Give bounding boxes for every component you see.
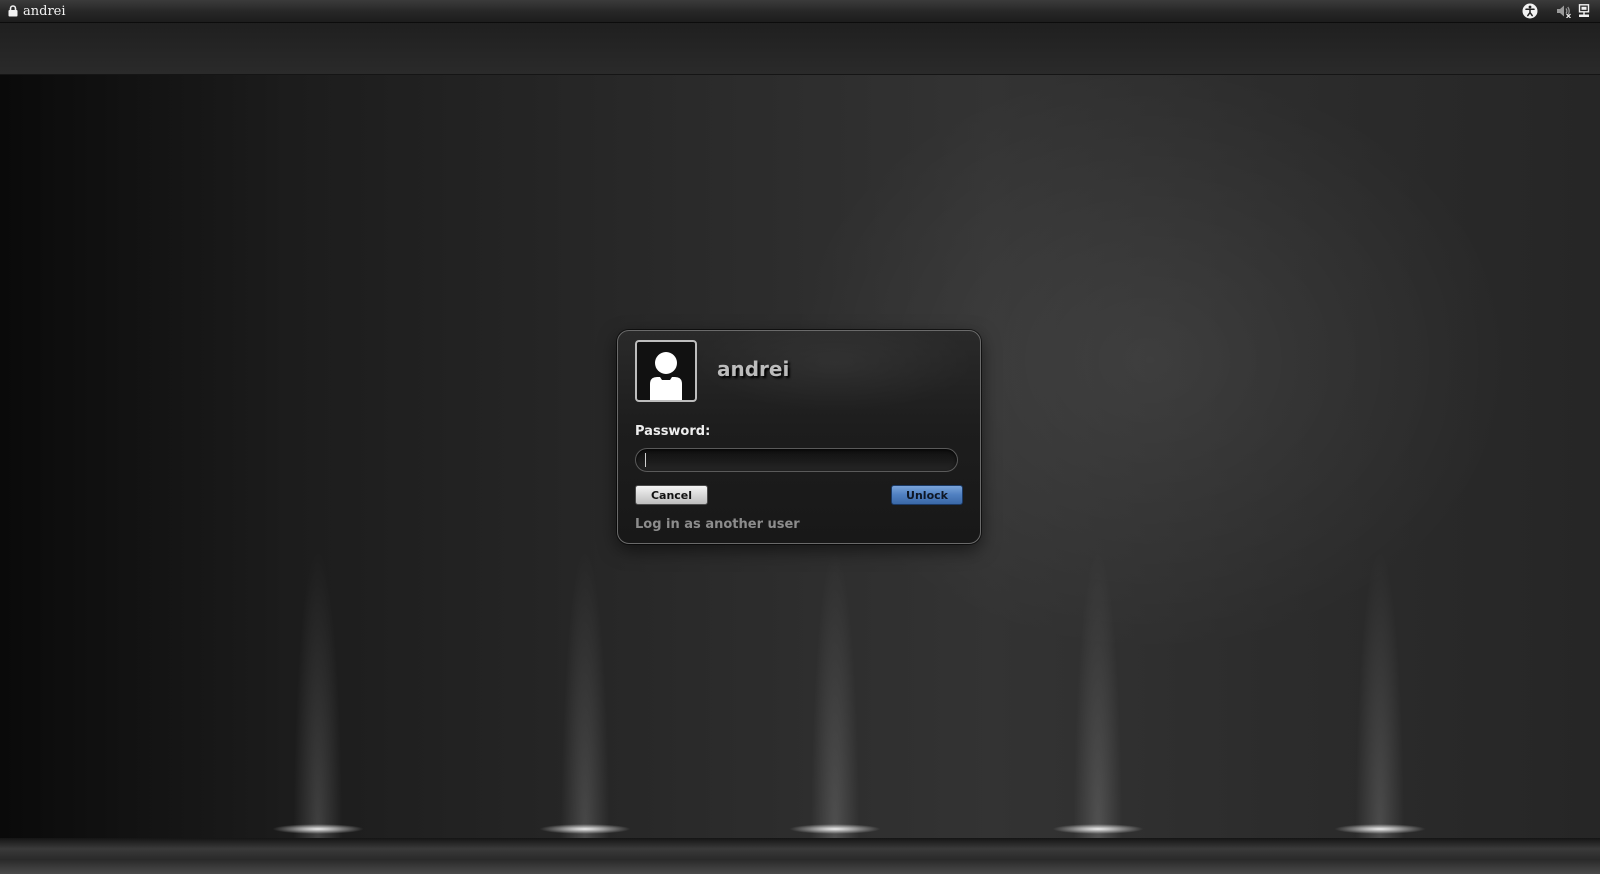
panel-username: andrei — [23, 3, 66, 19]
floor-strip — [0, 838, 1600, 874]
password-label: Password: — [635, 424, 711, 439]
light-spot — [1033, 822, 1163, 836]
system-tray — [1556, 4, 1590, 18]
panel-status-area — [1522, 3, 1590, 19]
accessibility-icon[interactable] — [1522, 3, 1538, 19]
top-shelf — [0, 22, 1600, 75]
light-spot — [253, 822, 383, 836]
avatar — [635, 340, 697, 402]
light-spot — [770, 822, 900, 836]
light-spot — [520, 822, 650, 836]
lock-icon — [8, 5, 18, 17]
text-caret — [645, 453, 646, 467]
lock-screen: andrei andrei Password: Cancel Unlock Lo… — [0, 0, 1600, 874]
light-beam — [550, 424, 620, 844]
light-beam — [1063, 424, 1133, 844]
light-beam — [1345, 424, 1415, 844]
unlock-button[interactable]: Unlock — [891, 485, 963, 505]
top-panel: andrei — [0, 0, 1600, 23]
password-input[interactable] — [635, 448, 958, 472]
dialog-username: andrei — [717, 357, 790, 381]
panel-user-indicator[interactable]: andrei — [8, 3, 66, 19]
light-beam — [283, 424, 353, 844]
user-silhouette-icon — [646, 350, 686, 400]
cancel-button[interactable]: Cancel — [635, 485, 708, 505]
network-icon[interactable] — [1578, 4, 1590, 18]
log-in-as-another-user-link[interactable]: Log in as another user — [635, 517, 800, 532]
unlock-dialog: andrei Password: Cancel Unlock Log in as… — [617, 330, 981, 544]
light-spot — [1315, 822, 1445, 836]
volume-icon[interactable] — [1556, 4, 1572, 18]
